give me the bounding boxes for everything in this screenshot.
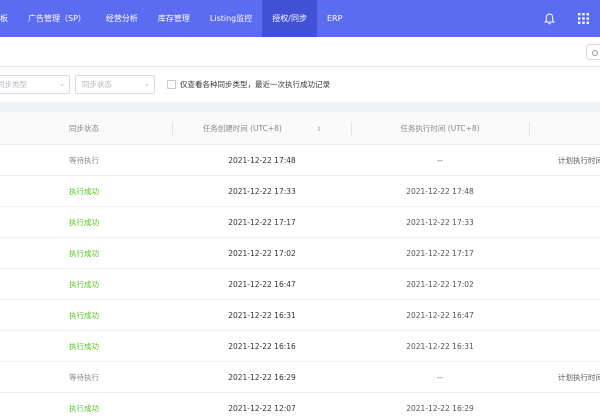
nav-item-erp[interactable]: ERP <box>317 0 352 37</box>
sync-type-select[interactable]: 同步类型 ⌄ <box>0 75 70 94</box>
grid-icon[interactable] <box>566 0 600 37</box>
header-sync-status: 同步状态 <box>69 124 99 133</box>
table-row[interactable]: 执行成功 2021-12-22 17:02 2021-12-22 17:17 <box>0 238 600 269</box>
sync-status-select[interactable]: 同步状态 ⌄ <box>75 75 155 94</box>
row-exec-time: 2021-12-22 17:17 <box>406 249 474 258</box>
row-exec-time: -- <box>437 156 443 165</box>
sub-header <box>0 37 600 67</box>
row-status: 执行成功 <box>69 187 99 196</box>
header-create-time[interactable]: 任务创建时间 (UTC+8) ⇕ <box>203 112 322 145</box>
table-row[interactable]: 执行成功 2021-12-22 17:33 2021-12-22 17:48 <box>0 176 600 207</box>
table-row[interactable]: 执行成功 2021-12-22 16:16 2021-12-22 16:31 <box>0 331 600 362</box>
row-create-time: 2021-12-22 12:07 <box>228 404 296 413</box>
sync-task-table: 同步状态 任务创建时间 (UTC+8) ⇕ 任务执行时间 (UTC+8) 等待执… <box>0 112 600 420</box>
top-nav-actions <box>532 0 600 37</box>
row-status: 执行成功 <box>69 404 99 413</box>
row-exec-time: 2021-12-22 17:48 <box>406 187 474 196</box>
nav-item-listing[interactable]: Listing监控 <box>200 0 262 37</box>
chevron-down-icon: ⌄ <box>59 80 65 88</box>
row-status: 等待执行 <box>69 156 99 165</box>
row-create-time: 2021-12-22 16:47 <box>228 280 296 289</box>
row-status: 执行成功 <box>69 342 99 351</box>
row-status: 执行成功 <box>69 218 99 227</box>
header-exec-time: 任务执行时间 (UTC+8) <box>400 124 480 133</box>
sync-status-placeholder: 同步状态 <box>82 80 112 89</box>
nav-item-ads[interactable]: 广告管理（SP） <box>18 0 96 37</box>
nav-item-analysis[interactable]: 经营分析 <box>96 0 148 37</box>
row-exec-time: -- <box>437 373 443 382</box>
row-create-time: 2021-12-22 16:31 <box>228 311 296 320</box>
nav-item-inventory[interactable]: 库存管理 <box>148 0 200 37</box>
row-status: 等待执行 <box>69 373 99 382</box>
row-exec-time: 2021-12-22 16:29 <box>406 404 474 413</box>
row-create-time: 2021-12-22 17:33 <box>228 187 296 196</box>
column-divider <box>529 122 530 135</box>
row-plan-note: 计划执行时间 <box>558 373 600 382</box>
row-create-time: 2021-12-22 17:48 <box>228 156 296 165</box>
table-row[interactable]: 执行成功 2021-12-22 17:17 2021-12-22 17:33 <box>0 207 600 238</box>
header-create-time-label: 任务创建时间 (UTC+8) <box>202 124 282 133</box>
row-exec-time: 2021-12-22 17:33 <box>406 218 474 227</box>
chevron-down-icon: ⌄ <box>144 80 150 88</box>
top-nav-bar: 看板 广告管理（SP） 经营分析 库存管理 Listing监控 授权/同步 ER… <box>0 0 600 37</box>
only-latest-label: 仅查看各种同步类型，最近一次执行成功记录 <box>180 80 330 89</box>
only-latest-checkbox[interactable] <box>167 80 176 89</box>
nav-item-auth-sync[interactable]: 授权/同步 <box>262 0 317 37</box>
row-exec-time: 2021-12-22 16:47 <box>406 311 474 320</box>
header-action-button[interactable] <box>586 44 600 60</box>
row-status: 执行成功 <box>69 249 99 258</box>
row-exec-time: 2021-12-22 16:31 <box>406 342 474 351</box>
table-header: 同步状态 任务创建时间 (UTC+8) ⇕ 任务执行时间 (UTC+8) <box>0 112 600 145</box>
table-row[interactable]: 等待执行 2021-12-22 16:29 -- 计划执行时间 <box>0 362 600 393</box>
row-exec-time: 2021-12-22 17:02 <box>406 280 474 289</box>
row-create-time: 2021-12-22 16:29 <box>228 373 296 382</box>
nav-item-dashboard[interactable]: 看板 <box>0 0 18 37</box>
row-status: 执行成功 <box>69 311 99 320</box>
row-create-time: 2021-12-22 17:02 <box>228 249 296 258</box>
table-row[interactable]: 执行成功 2021-12-22 16:47 2021-12-22 17:02 <box>0 269 600 300</box>
table-row[interactable]: 执行成功 2021-12-22 12:07 2021-12-22 16:29 <box>0 393 600 420</box>
column-divider <box>172 122 173 135</box>
sync-type-placeholder: 同步类型 <box>0 80 27 89</box>
column-divider <box>351 122 352 135</box>
sort-icon[interactable]: ⇕ <box>316 113 321 146</box>
row-create-time: 2021-12-22 17:17 <box>228 218 296 227</box>
row-create-time: 2021-12-22 16:16 <box>228 342 296 351</box>
bell-icon[interactable] <box>532 0 566 37</box>
row-status: 执行成功 <box>69 280 99 289</box>
table-row[interactable]: 等待执行 2021-12-22 17:48 -- 计划执行时间 <box>0 145 600 176</box>
row-plan-note: 计划执行时间 <box>558 156 600 165</box>
table-row[interactable]: 执行成功 2021-12-22 16:31 2021-12-22 16:47 <box>0 300 600 331</box>
